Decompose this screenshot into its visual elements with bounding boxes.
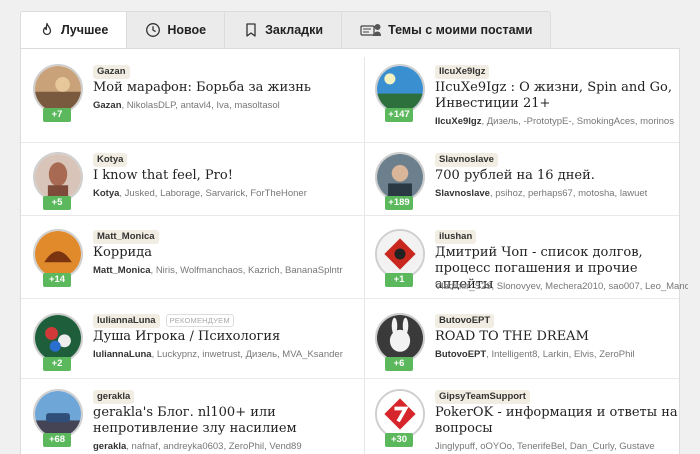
avatar[interactable]: +5 xyxy=(33,152,83,214)
thread-card[interactable]: +7 Gazan Мой марафон: Борьба за жизнь Ga… xyxy=(21,64,346,134)
my-posts-icon xyxy=(360,22,382,38)
thread-card[interactable]: +1 ilushan Дмитрий Чоп - список долгов, … xyxy=(363,229,688,299)
score-badge: +7 xyxy=(43,108,71,122)
avatar-image xyxy=(33,229,83,279)
thread-card[interactable]: +30 GipsyTeamSupport PokerOK - информаци… xyxy=(363,389,688,454)
participants-list: Gazan, NikolasDLP, antavl4, Iva, masolta… xyxy=(93,100,280,111)
participants-list: Matt_Monica, Niris, Wolfmanchaos, Kazric… xyxy=(93,265,343,276)
author-tag[interactable]: ilushan xyxy=(435,229,477,244)
thread-title[interactable]: gerakla's Блог. nl100+ или непротивление… xyxy=(93,405,342,437)
recommended-badge: РЕКОМЕНДУЕМ xyxy=(165,314,234,327)
participants-list: Jinglypuff, oOYOo, TenerifeBel, Dan_Curl… xyxy=(435,441,655,452)
thread-card[interactable]: +5 Kotya I know that feel, Pro! Kotya, J… xyxy=(21,152,346,222)
avatar[interactable]: +2 xyxy=(33,313,83,375)
avatar[interactable]: +30 xyxy=(375,389,425,451)
thread-title[interactable]: Душа Игрока / Психология xyxy=(93,329,342,345)
author-tag[interactable]: ButovoEPT xyxy=(435,313,495,328)
score-badge: +147 xyxy=(385,108,413,122)
tab-my-topics[interactable]: Темы с моими постами xyxy=(342,11,552,49)
thread-title[interactable]: IIcuXe9Igz : О жизни, Spin and Go, Инвес… xyxy=(435,80,684,112)
avatar-image xyxy=(375,389,425,439)
avatar[interactable]: +6 xyxy=(375,313,425,375)
participants-list: IuliannaLuna, Luckypnz, inwetrust, Дизел… xyxy=(93,349,343,360)
tab-new[interactable]: Новое xyxy=(127,11,226,49)
row-divider xyxy=(21,142,679,143)
avatar-image xyxy=(375,152,425,202)
topics-panel: +7 Gazan Мой марафон: Борьба за жизнь Ga… xyxy=(20,48,688,454)
author-tag[interactable]: Matt_Monica xyxy=(93,229,159,244)
avatar[interactable]: +7 xyxy=(33,64,83,126)
participants-list: Kotya, Jusked, Laborage, Sarvarick, ForT… xyxy=(93,188,307,199)
thread-title[interactable]: I know that feel, Pro! xyxy=(93,168,342,184)
avatar-image xyxy=(33,389,83,439)
score-badge: +14 xyxy=(43,273,71,287)
author-tag[interactable]: IuliannaLuna xyxy=(93,313,160,328)
avatar[interactable]: +68 xyxy=(33,389,83,451)
author-tag[interactable]: Kotya xyxy=(93,152,128,167)
clock-icon xyxy=(145,22,161,38)
tab-new-label: Новое xyxy=(167,23,207,37)
topic-tabs: Лучшее Новое Закладки Темы с моими поста… xyxy=(20,11,552,49)
avatar[interactable]: +14 xyxy=(33,229,83,291)
flame-icon xyxy=(39,22,55,38)
thread-title[interactable]: 700 рублей на 16 дней. xyxy=(435,168,684,184)
score-badge: +2 xyxy=(43,357,71,371)
participants-list: gerakla, nafnaf, andreyka0603, ZeroPhil,… xyxy=(93,441,302,452)
bookmark-icon xyxy=(243,22,259,38)
thread-title[interactable]: Коррида xyxy=(93,245,342,261)
avatar-image xyxy=(33,152,83,202)
score-badge: +68 xyxy=(43,433,71,447)
avatar[interactable]: +189 xyxy=(375,152,425,214)
score-badge: +30 xyxy=(385,433,413,447)
participants-list: Vladimir_S29, Slonovyev, Mechera2010, sa… xyxy=(435,281,688,292)
thread-title[interactable]: ROAD TO THE DREAM xyxy=(435,329,684,345)
avatar-image xyxy=(375,229,425,279)
thread-card[interactable]: +14 Matt_Monica Коррида Matt_Monica, Nir… xyxy=(21,229,346,299)
score-badge: +1 xyxy=(385,273,413,287)
author-tag[interactable]: IIcuXe9Igz xyxy=(435,64,490,79)
thread-card[interactable]: +68 gerakla gerakla's Блог. nl100+ или н… xyxy=(21,389,346,454)
participants-list: IIcuXe9Igz, Дизель, -PrototypE-, Smoking… xyxy=(435,116,674,127)
thread-title[interactable]: PokerOK - информация и ответы на вопросы xyxy=(435,405,684,437)
thread-card[interactable]: +189 Slavnoslave 700 рублей на 16 дней. … xyxy=(363,152,688,222)
score-badge: +189 xyxy=(385,196,413,210)
avatar[interactable]: +147 xyxy=(375,64,425,126)
thread-card[interactable]: +147 IIcuXe9Igz IIcuXe9Igz : О жизни, Sp… xyxy=(363,64,688,134)
author-tag[interactable]: Slavnoslave xyxy=(435,152,498,167)
thread-title[interactable]: Мой марафон: Борьба за жизнь xyxy=(93,80,342,96)
avatar-image xyxy=(33,64,83,114)
thread-card[interactable]: +2 IuliannaLuna РЕКОМЕНДУЕМ Душа Игрока /… xyxy=(21,313,346,383)
author-tag[interactable]: gerakla xyxy=(93,389,135,404)
avatar-image xyxy=(33,313,83,363)
author-tag[interactable]: Gazan xyxy=(93,64,130,79)
author-tag[interactable]: GipsyTeamSupport xyxy=(435,389,530,404)
tab-bookmarks[interactable]: Закладки xyxy=(225,11,343,49)
tab-best[interactable]: Лучшее xyxy=(20,11,128,49)
tab-bookmarks-label: Закладки xyxy=(265,23,324,37)
tab-best-label: Лучшее xyxy=(61,23,109,37)
avatar[interactable]: +1 xyxy=(375,229,425,291)
avatar-image xyxy=(375,313,425,363)
thread-card[interactable]: +6 ButovoEPT ROAD TO THE DREAM ButovoEPT… xyxy=(363,313,688,383)
avatar-image xyxy=(375,64,425,114)
score-badge: +5 xyxy=(43,196,71,210)
participants-list: Slavnoslave, psihoz, perhaps67, motosha,… xyxy=(435,188,648,199)
tab-my-topics-label: Темы с моими постами xyxy=(388,23,533,37)
participants-list: ButovoEPT, Intelligent8, Larkin, Elvis, … xyxy=(435,349,635,360)
score-badge: +6 xyxy=(385,357,413,371)
